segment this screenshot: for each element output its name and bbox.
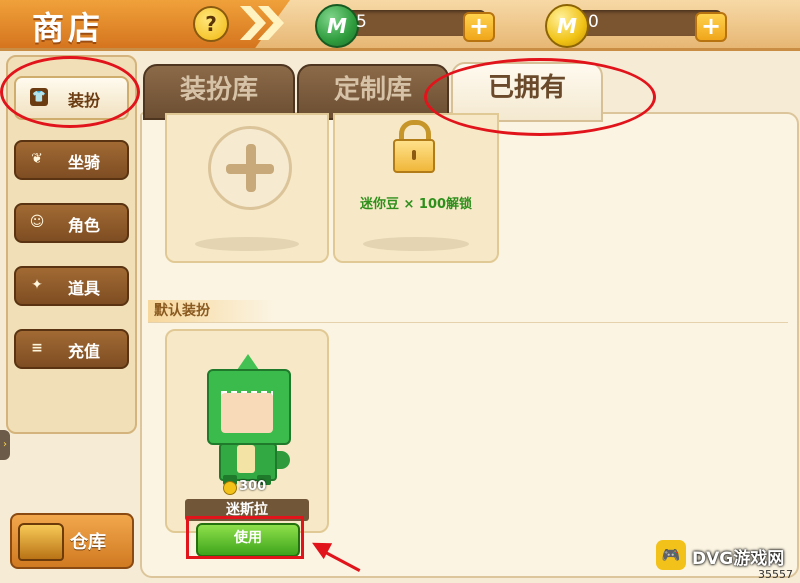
treasure-chest-icon xyxy=(18,523,64,561)
plus-horizontal xyxy=(226,164,274,174)
mini-coin-icon: M xyxy=(545,4,589,48)
mini-bean-coin-icon: M xyxy=(315,4,359,48)
sidebar-item-character[interactable]: ☺ 角色 xyxy=(14,203,129,243)
annotation-circle-owned xyxy=(424,58,656,136)
slot-shadow xyxy=(195,237,299,251)
plus-icon xyxy=(208,126,292,210)
coin-icon xyxy=(223,481,237,495)
mini-bean-count: 5 xyxy=(356,12,367,32)
lock-icon xyxy=(393,139,435,173)
locked-slot-card[interactable]: 迷你豆 × 100解锁 xyxy=(333,113,499,263)
sidebar-item-recharge[interactable]: ≡ 充值 xyxy=(14,329,129,369)
sidebar-item-label: 道具 xyxy=(68,279,101,298)
add-mini-bean-button[interactable]: + xyxy=(463,12,495,42)
annotation-circle-outfit xyxy=(0,56,140,128)
warehouse-label: 仓库 xyxy=(70,532,106,553)
dino-spike xyxy=(237,354,259,370)
price-value: 300 xyxy=(239,479,267,494)
add-mini-coin-button[interactable]: + xyxy=(695,12,727,42)
sidebar-item-label: 坐骑 xyxy=(68,153,101,172)
watermark-text: DVG游戏网 xyxy=(692,549,785,569)
character-face xyxy=(221,393,273,433)
character-head xyxy=(207,369,291,445)
dino-belly xyxy=(237,445,255,473)
party-popper-icon: ✦ xyxy=(31,277,43,293)
mini-coin-count: 0 xyxy=(588,12,599,32)
help-icon[interactable]: ? xyxy=(193,6,229,42)
tab-outfit-library[interactable]: 装扮库 xyxy=(143,64,295,120)
add-outfit-card[interactable] xyxy=(165,113,329,263)
annotation-box-use xyxy=(186,516,304,559)
slot-shadow xyxy=(363,237,469,251)
corner-id: 35557 xyxy=(758,568,793,581)
coin-stack-icon: ≡ xyxy=(31,340,43,356)
sidebar-item-label: 充值 xyxy=(68,342,101,361)
sidebar-item-label: 角色 xyxy=(68,216,101,235)
expand-handle[interactable]: › xyxy=(0,430,10,460)
gamepad-icon: 🎮 xyxy=(656,540,686,570)
cat-face-icon: ☺ xyxy=(29,214,45,230)
outfit-price: 300 xyxy=(217,479,277,495)
keyhole xyxy=(412,150,416,160)
warehouse-button[interactable]: 仓库 xyxy=(10,513,134,569)
section-heading: 默认装扮 xyxy=(148,300,274,322)
sidebar-item-mount[interactable]: ❦ 坐骑 xyxy=(14,140,129,180)
unlock-cost-text: 迷你豆 × 100解锁 xyxy=(359,197,473,212)
sidebar-item-props[interactable]: ✦ 道具 xyxy=(14,266,129,306)
wings-icon: ❦ xyxy=(31,151,43,167)
divider xyxy=(148,322,788,323)
outfit-card[interactable]: 300 迷斯拉 xyxy=(165,329,329,533)
page-title: 商店 xyxy=(32,9,105,47)
